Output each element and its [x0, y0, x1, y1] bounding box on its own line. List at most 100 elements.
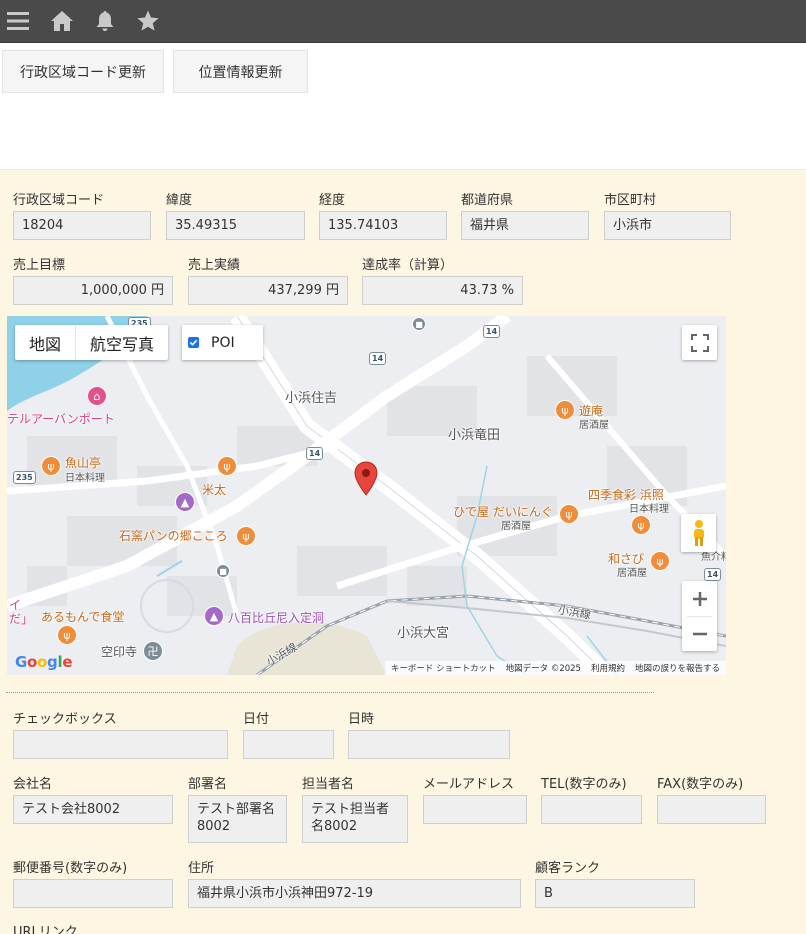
poi-toggle[interactable]: POI: [182, 325, 263, 360]
location-map[interactable]: 235 14 14 14 235 14 小浜住吉 小浜竜田 小浜大宮 ⌂ テルア…: [7, 316, 726, 675]
rank-field[interactable]: B: [535, 879, 695, 908]
minus-icon: [692, 632, 707, 636]
hotel-pin-icon[interactable]: ⌂: [87, 386, 107, 406]
restaurant-pin-icon[interactable]: ψ: [650, 551, 670, 571]
restaurant-pin-icon[interactable]: ψ: [236, 526, 256, 546]
department-label: 部署名: [188, 777, 228, 792]
date-field[interactable]: [243, 730, 334, 759]
poi-label-kuinji[interactable]: 空印寺: [101, 643, 137, 660]
route-shield: 14: [704, 568, 722, 581]
sales-target-label: 売上目標: [13, 258, 66, 273]
zoom-control: [682, 581, 717, 651]
restaurant-pin-icon[interactable]: ψ: [41, 456, 61, 476]
sales-actual-field[interactable]: 437,299 円: [188, 276, 348, 305]
zoom-out-button[interactable]: [682, 617, 717, 651]
section-divider: [6, 692, 654, 693]
route-shield: 235: [13, 471, 36, 484]
url-label: URLリンク: [13, 925, 78, 934]
map-type-control: 地図 航空写真: [15, 325, 169, 360]
poi-label-hotel[interactable]: テルアーバンポート: [7, 410, 115, 427]
bus-stop-icon[interactable]: ■: [216, 564, 230, 578]
latitude-label: 緯度: [166, 193, 193, 208]
restaurant-pin-icon[interactable]: ψ: [217, 456, 237, 476]
plus-icon: [692, 591, 707, 606]
person-field[interactable]: テスト担当者名8002: [302, 795, 408, 843]
postal-label: 郵便番号(数字のみ): [13, 861, 128, 876]
location-marker-icon[interactable]: [354, 461, 378, 497]
sales-target-field[interactable]: 1,000,000 円: [13, 276, 173, 305]
record-form: 行政区域コード 18204 緯度 35.49315 経度 135.74103 都…: [0, 169, 806, 934]
google-logo[interactable]: Google: [15, 653, 72, 671]
person-label: 担当者名: [302, 777, 355, 792]
poi-sublabel-hidero: 居酒屋: [501, 521, 531, 532]
sales-actual-label: 売上実績: [188, 258, 241, 273]
fullscreen-icon: [690, 333, 709, 352]
poi-sublabel-wasabi: 居酒屋: [617, 568, 647, 579]
area-code-field[interactable]: 18204: [13, 211, 151, 240]
date-label: 日付: [243, 712, 270, 727]
poi-checkbox[interactable]: [188, 337, 199, 348]
achievement-field[interactable]: 43.73 %: [362, 276, 523, 305]
company-field[interactable]: テスト会社8002: [13, 795, 173, 824]
area-label-tatsuta: 小浜竜田: [448, 428, 501, 443]
tel-label: TEL(数字のみ): [541, 777, 627, 792]
city-label: 市区町村: [604, 193, 657, 208]
shrine-pin-icon[interactable]: ▲: [204, 606, 224, 626]
tel-field[interactable]: [541, 795, 642, 824]
update-area-code-button[interactable]: 行政区域コード更新: [2, 50, 164, 93]
map-type-map-tab[interactable]: 地図: [15, 325, 75, 360]
route-shield: 14: [483, 325, 501, 338]
poi-sublabel-uozan: 日本料理: [65, 473, 105, 484]
prefecture-field[interactable]: 福井県: [461, 211, 589, 240]
map-type-satellite-tab[interactable]: 航空写真: [76, 325, 168, 360]
star-icon[interactable]: [136, 9, 160, 33]
city-field[interactable]: 小浜市: [604, 211, 731, 240]
poi-label: POI: [211, 334, 235, 351]
menu-icon[interactable]: [6, 9, 30, 33]
email-field[interactable]: [423, 795, 527, 824]
email-label: メールアドレス: [423, 777, 515, 792]
bell-icon[interactable]: [93, 9, 117, 33]
rank-label: 顧客ランク: [535, 861, 601, 876]
poi-label-left-edge-2: だ」: [9, 612, 34, 626]
department-field[interactable]: テスト部署名8002: [188, 795, 287, 843]
fax-label: FAX(数字のみ): [657, 777, 744, 792]
longitude-field[interactable]: 135.74103: [319, 211, 447, 240]
poi-label-ishigama[interactable]: 石窯パンの郷こころ: [119, 527, 228, 544]
poi-label-yaobikuni[interactable]: 八百比丘尼入定洞: [228, 609, 324, 626]
prefecture-label: 都道府県: [461, 193, 514, 208]
latitude-field[interactable]: 35.49315: [166, 211, 305, 240]
poi-sublabel-yuan: 居酒屋: [579, 420, 609, 431]
restaurant-pin-icon[interactable]: ψ: [57, 625, 77, 645]
restaurant-pin-icon[interactable]: ψ: [559, 504, 579, 524]
datetime-field[interactable]: [348, 730, 510, 759]
achievement-label: 達成率（計算）: [362, 258, 454, 273]
longitude-label: 経度: [319, 193, 346, 208]
temple-pin-icon[interactable]: ▲: [175, 492, 195, 512]
terms-link[interactable]: 利用規約: [591, 662, 625, 674]
poi-label-arumonde[interactable]: あるもんで食堂: [41, 608, 124, 625]
report-error-link[interactable]: 地図の誤りを報告する: [635, 662, 720, 674]
keyboard-shortcuts-link[interactable]: キーボード ショートカット: [391, 662, 496, 674]
pegman-icon: [693, 520, 704, 546]
postal-field[interactable]: [13, 879, 173, 908]
restaurant-pin-icon[interactable]: ψ: [631, 515, 651, 535]
checkbox-label: チェックボックス: [13, 712, 117, 727]
fullscreen-button[interactable]: [682, 325, 717, 360]
restaurant-pin-icon[interactable]: ψ: [555, 400, 575, 420]
update-location-button[interactable]: 位置情報更新: [173, 50, 308, 93]
street-view-pegman-button[interactable]: [681, 514, 716, 552]
bus-stop-icon[interactable]: ■: [412, 317, 426, 331]
zoom-in-button[interactable]: [682, 581, 717, 616]
route-shield: 14: [369, 352, 387, 365]
fax-field[interactable]: [657, 795, 766, 824]
area-label-omiya: 小浜大宮: [397, 626, 450, 641]
checkbox-field[interactable]: [13, 730, 228, 759]
poi-label-yonetai[interactable]: 米太: [202, 481, 226, 498]
route-shield: 14: [306, 447, 324, 460]
top-navigation-bar: [0, 0, 806, 43]
temple-pin-icon[interactable]: 卍: [143, 641, 163, 661]
datetime-label: 日時: [348, 712, 375, 727]
home-icon[interactable]: [50, 9, 74, 33]
address-field[interactable]: 福井県小浜市小浜神田972-19: [188, 879, 521, 908]
